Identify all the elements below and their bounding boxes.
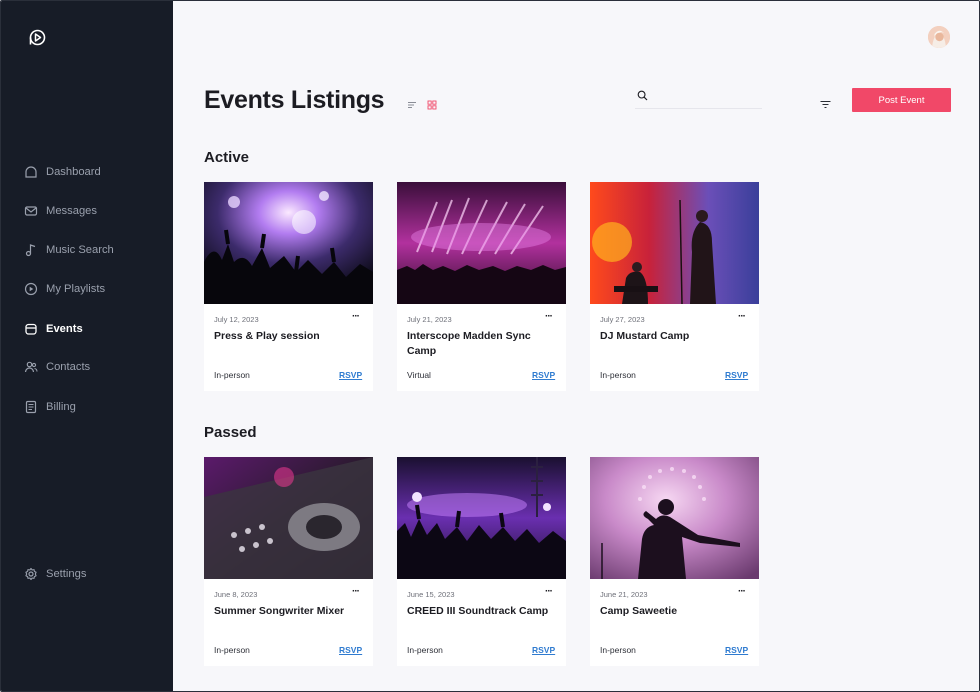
event-title: Press & Play session — [214, 330, 320, 342]
sidebar-item-label: Dashboard — [46, 166, 101, 178]
music-note-icon — [25, 244, 36, 257]
sidebar-item-billing[interactable]: Billing — [24, 397, 76, 417]
contacts-icon — [24, 361, 38, 373]
search-icon[interactable] — [637, 90, 648, 101]
events-icon — [25, 323, 37, 335]
sidebar-item-my-playlists[interactable]: My Playlists — [24, 279, 105, 299]
app-window: Dashboard Messages Music Search My Playl… — [0, 0, 980, 692]
event-title: Interscope Madden Sync Camp — [407, 330, 531, 357]
more-options-icon[interactable]: ··· — [352, 312, 360, 322]
event-image — [590, 457, 759, 579]
sidebar-item-label: My Playlists — [46, 283, 106, 295]
event-title: Camp Saweetie — [600, 605, 678, 617]
event-card[interactable]: June 15, 2023 ··· CREED III Soundtrack C… — [397, 457, 566, 666]
event-image — [397, 182, 566, 304]
event-card[interactable]: July 27, 2023 ··· DJ Mustard Camp In-per… — [590, 182, 759, 391]
filter-icon[interactable] — [820, 96, 831, 109]
post-event-button[interactable]: Post Event — [852, 88, 951, 112]
event-type: In-person — [600, 645, 636, 655]
event-image — [590, 182, 759, 304]
event-card[interactable]: June 21, 2023 ··· Camp Saweetie In-perso… — [590, 457, 759, 666]
event-card[interactable]: July 21, 2023 ··· Interscope Madden Sync… — [397, 182, 566, 391]
event-date: June 8, 2023 — [214, 590, 258, 599]
event-date: July 12, 2023 — [214, 315, 259, 324]
sidebar-item-dashboard[interactable]: Dashboard — [24, 162, 101, 182]
event-type: Virtual — [407, 370, 431, 380]
sidebar-item-label: Billing — [46, 401, 76, 413]
sidebar-item-messages[interactable]: Messages — [24, 201, 97, 221]
search-input[interactable] — [655, 89, 759, 105]
settings-label: Settings — [46, 568, 87, 580]
sidebar-item-contacts[interactable]: Contacts — [24, 357, 90, 377]
event-image — [397, 457, 566, 579]
sidebar-item-label: Contacts — [46, 361, 91, 373]
list-view-icon[interactable] — [407, 97, 417, 108]
page-title: Events Listings — [204, 86, 385, 114]
app-logo-icon[interactable] — [29, 29, 46, 46]
billing-icon — [25, 400, 37, 414]
event-date: June 21, 2023 — [600, 590, 648, 599]
grid-view-icon[interactable] — [427, 97, 437, 110]
event-date: July 27, 2023 — [600, 315, 645, 324]
event-type: In-person — [600, 370, 636, 380]
rsvp-link[interactable]: RSVP — [725, 645, 748, 655]
rsvp-link[interactable]: RSVP — [532, 370, 555, 380]
user-avatar[interactable] — [928, 26, 950, 48]
event-date: July 21, 2023 — [407, 315, 452, 324]
event-title: DJ Mustard Camp — [600, 330, 690, 342]
more-options-icon[interactable]: ··· — [352, 587, 360, 597]
event-type: In-person — [407, 645, 443, 655]
sidebar-item-music-search[interactable]: Music Search — [24, 240, 114, 260]
event-card[interactable]: June 8, 2023 ··· Summer Songwriter Mixer… — [204, 457, 373, 666]
more-options-icon[interactable]: ··· — [545, 312, 553, 322]
section-title-active: Active — [204, 149, 250, 166]
section-title-passed: Passed — [204, 424, 257, 441]
event-card[interactable]: July 12, 2023 ··· Press & Play session I… — [204, 182, 373, 391]
event-title: CREED III Soundtrack Camp — [407, 605, 549, 617]
sidebar-item-settings[interactable]: Settings — [24, 564, 86, 584]
sidebar-item-label: Music Search — [46, 244, 114, 256]
event-image — [204, 457, 373, 579]
dashboard-icon — [25, 166, 37, 178]
sidebar-item-events[interactable]: Events — [24, 319, 83, 339]
event-date: June 15, 2023 — [407, 590, 455, 599]
rsvp-link[interactable]: RSVP — [339, 370, 362, 380]
more-options-icon[interactable]: ··· — [545, 587, 553, 597]
event-type: In-person — [214, 645, 250, 655]
event-type: In-person — [214, 370, 250, 380]
search-box — [635, 87, 762, 109]
play-circle-icon — [24, 282, 38, 296]
event-title: Summer Songwriter Mixer — [214, 605, 345, 617]
sidebar: Dashboard Messages Music Search My Playl… — [1, 1, 173, 691]
gear-icon — [25, 567, 37, 581]
sidebar-item-label: Messages — [46, 205, 97, 217]
rsvp-link[interactable]: RSVP — [725, 370, 748, 380]
main-content: Events Listings Post Event Active July 1… — [173, 1, 979, 691]
sidebar-item-label: Events — [46, 323, 83, 335]
more-options-icon[interactable]: ··· — [738, 312, 746, 322]
more-options-icon[interactable]: ··· — [738, 587, 746, 597]
rsvp-link[interactable]: RSVP — [339, 645, 362, 655]
mail-icon — [24, 206, 38, 216]
rsvp-link[interactable]: RSVP — [532, 645, 555, 655]
event-image — [204, 182, 373, 304]
